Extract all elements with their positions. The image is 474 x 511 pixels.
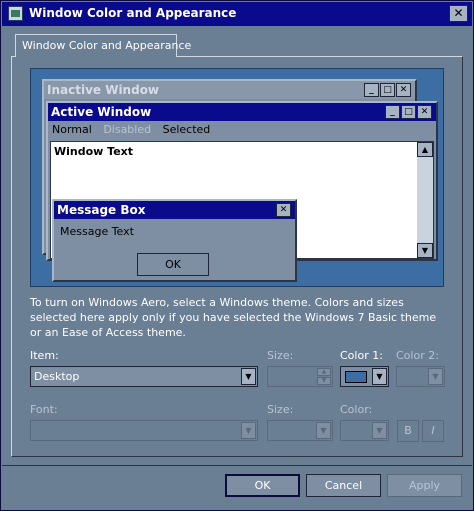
item-value: Desktop (34, 370, 80, 383)
minimize-icon: _ (385, 105, 400, 119)
item-label: Item: (30, 349, 59, 362)
size-label: Size: (267, 349, 294, 362)
bold-button[interactable]: B (397, 420, 419, 442)
cancel-button[interactable]: Cancel (306, 474, 381, 497)
chevron-down-icon[interactable]: ▼ (316, 422, 331, 439)
title-bar: Window Color and Appearance ✕ (2, 2, 472, 26)
vertical-scrollbar[interactable]: ▲ ▼ (417, 142, 433, 258)
app-icon (8, 6, 23, 21)
chevron-down-icon[interactable]: ▼ (241, 422, 256, 439)
message-box-preview[interactable]: Message Box ✕ Message Text OK (52, 199, 297, 282)
chevron-down-icon[interactable]: ▼ (372, 422, 387, 439)
font-color-picker[interactable]: ▼ (340, 420, 389, 441)
font-color-label: Color: (340, 403, 373, 416)
close-button[interactable]: ✕ (449, 5, 468, 22)
close-icon: ✕ (396, 83, 411, 97)
close-icon: ✕ (417, 105, 432, 119)
spin-down-icon[interactable]: ▼ (317, 377, 331, 385)
menu-selected[interactable]: Selected (163, 123, 211, 136)
font-dropdown[interactable]: ▼ (30, 420, 258, 441)
info-text: To turn on Windows Aero, select a Window… (30, 296, 437, 339)
size-spinner[interactable]: ▲ ▼ (267, 366, 333, 387)
spin-up-icon[interactable]: ▲ (317, 368, 331, 376)
active-window-title: Active Window (48, 103, 436, 121)
preview-menu-bar: Normal Disabled Selected (52, 123, 218, 139)
color1-picker[interactable]: ▼ (340, 366, 389, 387)
window-text: Window Text (54, 145, 134, 158)
maximize-icon: □ (401, 105, 416, 119)
close-icon: ✕ (276, 203, 291, 217)
apply-button[interactable]: Apply (387, 474, 462, 497)
font-label: Font: (30, 403, 58, 416)
chevron-down-icon[interactable]: ▼ (372, 368, 387, 385)
tab-window-color-and-appearance[interactable]: Window Color and Appearance (15, 34, 191, 57)
ok-button[interactable]: OK (225, 474, 300, 497)
color1-label: Color 1: (340, 349, 383, 362)
dialog: Window Color and Appearance ✕ Window Col… (0, 0, 474, 511)
maximize-icon: □ (380, 83, 395, 97)
chevron-down-icon[interactable]: ▼ (241, 368, 256, 385)
scroll-down-icon[interactable]: ▼ (417, 243, 433, 258)
minimize-icon: _ (364, 83, 379, 97)
item-dropdown[interactable]: Desktop ▼ (30, 366, 258, 387)
font-size-dropdown[interactable]: ▼ (267, 420, 333, 441)
italic-button[interactable]: I (422, 420, 444, 442)
menu-disabled[interactable]: Disabled (103, 123, 151, 136)
message-box-title: Message Box (54, 201, 295, 219)
window-title: Window Color and Appearance (29, 6, 237, 20)
divider (2, 465, 472, 466)
message-text: Message Text (60, 225, 134, 238)
color2-label: Color 2: (396, 349, 439, 362)
font-size-label: Size: (267, 403, 294, 416)
chevron-down-icon[interactable]: ▼ (428, 368, 443, 385)
menu-normal[interactable]: Normal (52, 123, 92, 136)
color2-picker[interactable]: ▼ (396, 366, 445, 387)
scroll-up-icon[interactable]: ▲ (417, 142, 433, 157)
inactive-window-title: Inactive Window (44, 81, 415, 99)
message-box-ok-button[interactable]: OK (137, 253, 209, 276)
color1-swatch (345, 371, 367, 383)
